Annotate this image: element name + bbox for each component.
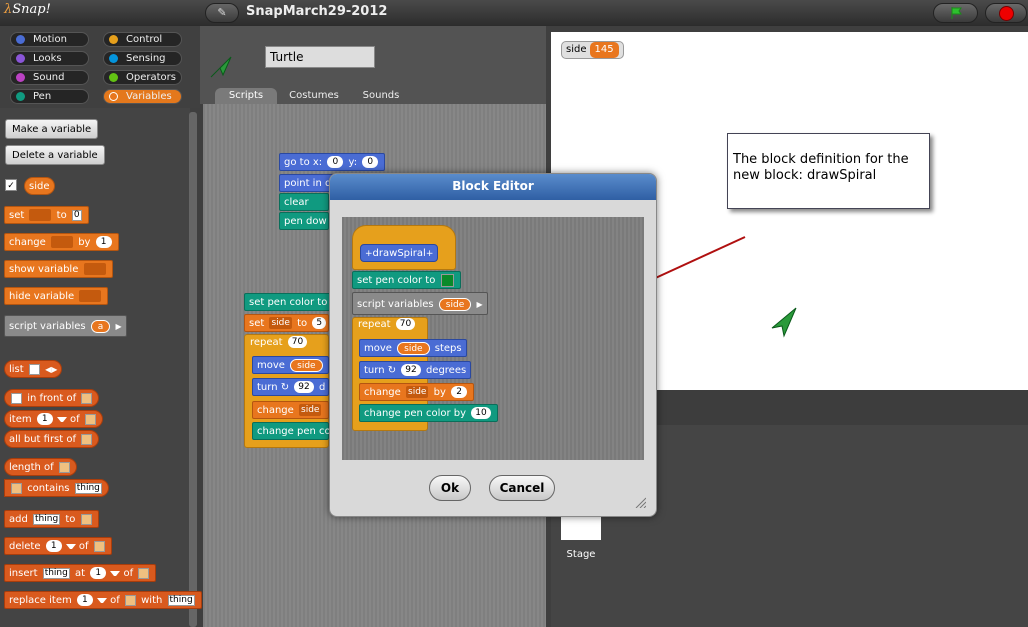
set-pen-color-block[interactable]: set pen color to bbox=[244, 293, 334, 311]
ok-button[interactable]: Ok bbox=[429, 475, 471, 501]
pen-down-block[interactable]: pen dow bbox=[279, 212, 329, 230]
project-title: SnapMarch29-2012 bbox=[246, 4, 388, 19]
script-variables-block[interactable]: script variables side ▶ bbox=[352, 292, 488, 315]
dialog-title[interactable]: Block Editor bbox=[330, 174, 656, 200]
sprite-name-field[interactable]: Turtle bbox=[265, 46, 375, 68]
tab-costumes[interactable]: Costumes bbox=[282, 88, 346, 104]
category-sensing[interactable]: Sensing bbox=[103, 51, 182, 66]
item-of-block[interactable]: item 1 of bbox=[4, 410, 103, 428]
var-dropdown[interactable] bbox=[79, 290, 102, 302]
add-to-list-block[interactable]: add thing to bbox=[4, 510, 99, 528]
variable-checkbox[interactable]: ✓ bbox=[5, 179, 17, 191]
category-control[interactable]: Control bbox=[103, 32, 182, 47]
change-pen-color-block[interactable]: change pen co bbox=[252, 422, 331, 440]
category-sound[interactable]: Sound bbox=[10, 70, 89, 85]
category-selector: Motion Control Looks Sensing Sound Opera… bbox=[0, 26, 200, 108]
set-pen-color-block[interactable]: set pen color to bbox=[352, 271, 461, 289]
palette-scrollbar[interactable] bbox=[189, 112, 197, 627]
hide-variable-block[interactable]: hide variable bbox=[4, 287, 109, 305]
clear-block[interactable]: clear bbox=[279, 193, 329, 211]
length-of-block[interactable]: length of bbox=[4, 458, 77, 476]
turtle-icon bbox=[210, 56, 232, 78]
insert-into-list-block[interactable]: insert thing at 1 of bbox=[4, 564, 157, 582]
change-pen-color-block[interactable]: change pen color by 10 bbox=[359, 404, 498, 422]
change-variable-block[interactable]: change by 1 bbox=[4, 233, 119, 251]
replace-item-block[interactable]: replace item 1 of with thing bbox=[4, 591, 202, 609]
file-menu-button[interactable]: ✎ bbox=[205, 3, 239, 23]
set-side-block[interactable]: set side to 5 bbox=[244, 314, 329, 332]
stop-button[interactable] bbox=[985, 3, 1027, 23]
category-motion[interactable]: Motion bbox=[10, 32, 89, 47]
change-side-block[interactable]: change side by 2 bbox=[359, 383, 475, 401]
stop-icon bbox=[1000, 7, 1013, 20]
repeat-label: repeat 70 bbox=[250, 336, 309, 348]
variable-side-reporter[interactable]: side bbox=[24, 177, 55, 195]
turtle-sprite-icon[interactable] bbox=[770, 306, 798, 338]
move-block[interactable]: move side bbox=[252, 356, 329, 374]
delete-from-list-block[interactable]: delete 1 of bbox=[4, 537, 112, 555]
show-variable-block[interactable]: show variable bbox=[4, 260, 113, 278]
move-steps-block[interactable]: move side steps bbox=[359, 339, 467, 357]
category-variables[interactable]: Variables bbox=[103, 89, 182, 104]
in-front-of-block[interactable]: in front of bbox=[4, 389, 100, 407]
cancel-button[interactable]: Cancel bbox=[489, 475, 555, 501]
var-dropdown[interactable] bbox=[51, 236, 73, 248]
make-variable-button[interactable]: Make a variable bbox=[5, 119, 99, 139]
script-variables-block[interactable]: script variables a ▶ bbox=[4, 315, 127, 337]
snap-logo[interactable]: λSnap! bbox=[4, 2, 51, 17]
turn-block[interactable]: turn ↻ 92 d bbox=[252, 378, 329, 396]
annotation-callout: The block definition for the new block: … bbox=[727, 133, 930, 209]
var-dropdown[interactable] bbox=[83, 263, 106, 275]
tab-scripts[interactable]: Scripts bbox=[215, 88, 277, 104]
category-operators[interactable]: Operators bbox=[103, 70, 182, 85]
category-pen[interactable]: Pen bbox=[10, 89, 89, 104]
green-flag-button[interactable] bbox=[933, 3, 978, 23]
delete-variable-button[interactable]: Delete a variable bbox=[5, 145, 105, 165]
top-bar bbox=[0, 0, 1028, 26]
stage-label: Stage bbox=[566, 549, 596, 560]
repeat-label: repeat 70 bbox=[358, 318, 417, 330]
contains-block[interactable]: contains thing bbox=[4, 479, 109, 497]
tab-sounds[interactable]: Sounds bbox=[352, 88, 410, 104]
variable-watcher[interactable]: side 145 bbox=[561, 41, 624, 59]
set-variable-block[interactable]: set to 0 bbox=[4, 206, 89, 224]
var-dropdown[interactable] bbox=[29, 209, 52, 221]
change-side-block[interactable]: change side bbox=[252, 401, 329, 419]
custom-block-prototype[interactable]: +drawSpiral+ bbox=[360, 244, 439, 262]
turn-degrees-block[interactable]: turn ↻ 92 degrees bbox=[359, 361, 472, 379]
go-to-xy-block[interactable]: go to x: 0 y: 0 bbox=[279, 153, 386, 171]
green-flag-icon bbox=[951, 7, 962, 19]
all-but-first-block[interactable]: all but first of bbox=[4, 430, 100, 448]
pencil-icon: ✎ bbox=[217, 6, 227, 19]
category-looks[interactable]: Looks bbox=[10, 51, 89, 66]
resize-handle-icon[interactable] bbox=[634, 496, 646, 508]
list-block[interactable]: list ◀▶ bbox=[4, 360, 63, 378]
